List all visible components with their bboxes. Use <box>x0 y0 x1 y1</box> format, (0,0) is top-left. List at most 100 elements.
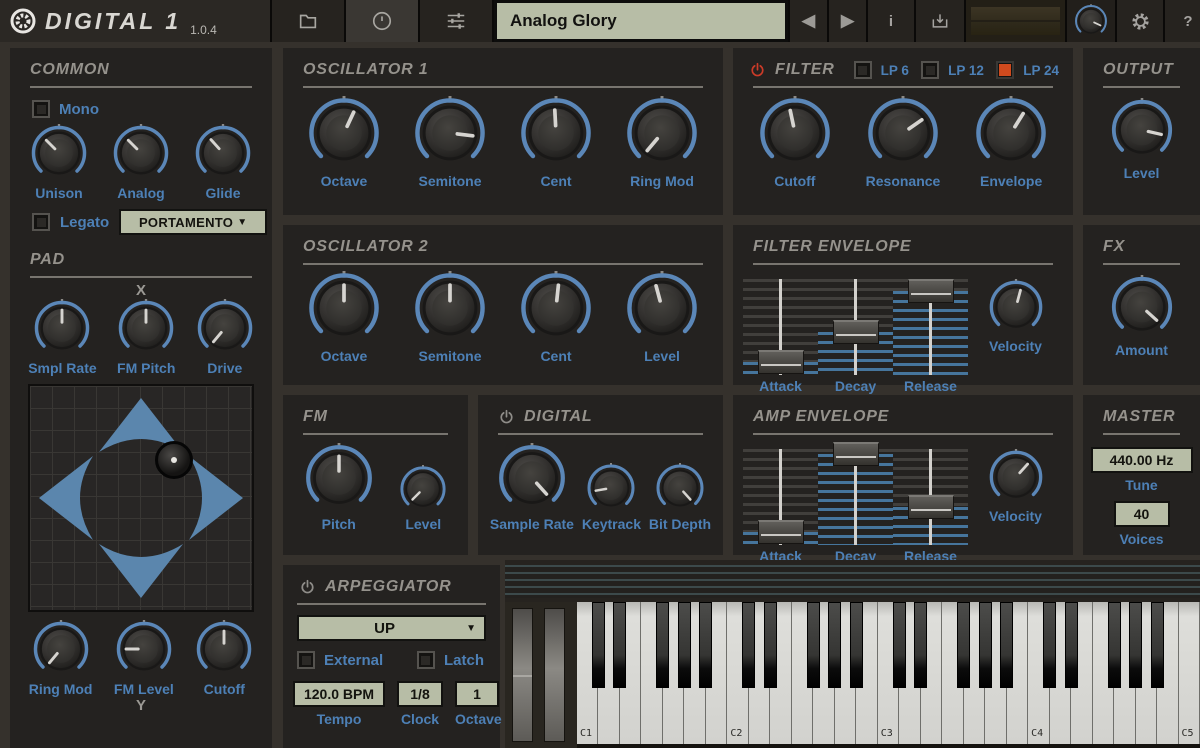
slider-handle[interactable] <box>833 320 879 344</box>
knob-cent[interactable]: Cent <box>519 96 593 189</box>
settings-tab[interactable] <box>420 0 492 42</box>
slider-decay[interactable]: Decay <box>818 279 893 394</box>
black-key[interactable] <box>1129 602 1142 688</box>
knob-cent[interactable]: Cent <box>519 271 593 364</box>
slider-attack[interactable]: Attack <box>743 279 818 394</box>
knob-ring-mod[interactable]: Ring Mod <box>29 620 93 697</box>
white-key[interactable]: C5 <box>1179 602 1200 744</box>
black-key[interactable] <box>678 602 691 688</box>
next-preset-button[interactable]: ▶ <box>829 0 866 42</box>
latch-checkbox[interactable] <box>417 651 435 669</box>
arp-power-button[interactable] <box>299 579 316 596</box>
knob-envelope[interactable]: Envelope <box>974 96 1048 189</box>
preset-display[interactable]: Analog Glory <box>494 0 788 42</box>
black-key[interactable] <box>1151 602 1164 688</box>
browser-tab[interactable] <box>272 0 344 42</box>
knob-analog[interactable]: Analog <box>112 124 170 201</box>
knob-resonance[interactable]: Resonance <box>866 96 941 189</box>
mono-toggle[interactable]: Mono <box>32 100 272 118</box>
mode-checkbox[interactable] <box>921 61 939 79</box>
knob-level[interactable]: Level <box>625 271 699 364</box>
black-key[interactable] <box>979 602 992 688</box>
knob-level[interactable]: Level <box>399 465 447 532</box>
filter-mode-lp-24[interactable]: LP 24 <box>996 61 1059 79</box>
knob-smpl-rate[interactable]: Smpl Rate <box>28 299 96 376</box>
arp-octave-value[interactable]: 1 <box>455 681 499 707</box>
arp-latch-toggle[interactable]: Latch <box>417 651 484 669</box>
slider-handle[interactable] <box>908 495 954 519</box>
black-key[interactable] <box>699 602 712 688</box>
black-key[interactable] <box>742 602 755 688</box>
black-key[interactable] <box>807 602 820 688</box>
knob-velocity[interactable]: Velocity <box>988 449 1044 524</box>
black-key[interactable] <box>613 602 626 688</box>
mono-checkbox[interactable] <box>32 100 50 118</box>
slider-track-area[interactable] <box>818 449 893 545</box>
help-button[interactable]: ? <box>1165 0 1200 42</box>
slider-release[interactable]: Release <box>893 279 968 394</box>
mode-checkbox[interactable] <box>996 61 1014 79</box>
black-key[interactable] <box>764 602 777 688</box>
arp-external-toggle[interactable]: External <box>297 651 383 669</box>
black-key[interactable] <box>1000 602 1013 688</box>
arp-tempo-value[interactable]: 120.0 BPM <box>293 681 385 707</box>
save-preset-button[interactable] <box>916 0 964 42</box>
filter-power-button[interactable] <box>749 62 766 79</box>
slider-decay[interactable]: Decay <box>818 449 893 564</box>
main-tab[interactable] <box>346 0 418 42</box>
xy-pad-puck[interactable] <box>155 441 193 479</box>
arp-clock-value[interactable]: 1/8 <box>397 681 443 707</box>
slider-track-area[interactable] <box>818 279 893 375</box>
knob-bit-depth[interactable]: Bit Depth <box>649 463 711 532</box>
knob-sample-rate[interactable]: Sample Rate <box>490 443 574 532</box>
digital-power-button[interactable] <box>498 409 515 426</box>
settings-button[interactable] <box>1117 0 1163 42</box>
black-key[interactable] <box>656 602 669 688</box>
black-key[interactable] <box>828 602 841 688</box>
black-key[interactable] <box>850 602 863 688</box>
slider-handle[interactable] <box>833 442 879 466</box>
slider-release[interactable]: Release <box>893 449 968 564</box>
slider-track-area[interactable] <box>893 279 968 375</box>
piano-keyboard[interactable]: C1C2C3C4C5 <box>577 602 1200 748</box>
knob-unison[interactable]: Unison <box>30 124 88 201</box>
mod-wheel[interactable] <box>544 608 565 742</box>
master-tune-value[interactable]: 440.00 Hz <box>1091 447 1193 473</box>
arp-mode-dropdown[interactable]: UP ▼ <box>297 615 486 641</box>
mode-checkbox[interactable] <box>854 61 872 79</box>
knob-ring-mod[interactable]: Ring Mod <box>625 96 699 189</box>
filter-mode-lp-12[interactable]: LP 12 <box>921 61 984 79</box>
slider-attack[interactable]: Attack <box>743 449 818 564</box>
black-key[interactable] <box>914 602 927 688</box>
knob-octave[interactable]: Octave <box>307 271 381 364</box>
black-key[interactable] <box>1043 602 1056 688</box>
slider-track-area[interactable] <box>743 279 818 375</box>
glide-mode-dropdown[interactable]: PORTAMENTO ▼ <box>119 209 267 235</box>
knob-keytrack[interactable]: Keytrack <box>582 463 641 532</box>
knob-level[interactable]: Level <box>1110 98 1174 181</box>
prev-preset-button[interactable]: ◀ <box>790 0 827 42</box>
external-checkbox[interactable] <box>297 651 315 669</box>
master-volume-knob[interactable] <box>1067 0 1115 42</box>
black-key[interactable] <box>957 602 970 688</box>
slider-track-area[interactable] <box>893 449 968 545</box>
knob-semitone[interactable]: Semitone <box>413 96 487 189</box>
info-button[interactable]: i <box>868 0 914 42</box>
knob-amount[interactable]: Amount <box>1110 275 1174 358</box>
knob-drive[interactable]: Drive <box>196 299 254 376</box>
knob-fm-pitch[interactable]: FM Pitch <box>117 299 175 376</box>
xy-pad[interactable] <box>28 384 254 612</box>
black-key[interactable] <box>592 602 605 688</box>
slider-handle[interactable] <box>908 279 954 303</box>
knob-cutoff[interactable]: Cutoff <box>758 96 832 189</box>
knob-fm-level[interactable]: FM Level <box>114 620 174 697</box>
knob-velocity[interactable]: Velocity <box>988 279 1044 354</box>
filter-mode-lp-6[interactable]: LP 6 <box>854 61 909 79</box>
knob-octave[interactable]: Octave <box>307 96 381 189</box>
legato-checkbox[interactable] <box>32 213 50 231</box>
knob-pitch[interactable]: Pitch <box>304 443 374 532</box>
slider-track-area[interactable] <box>743 449 818 545</box>
black-key[interactable] <box>893 602 906 688</box>
knob-cutoff[interactable]: Cutoff <box>195 620 253 697</box>
black-key[interactable] <box>1108 602 1121 688</box>
